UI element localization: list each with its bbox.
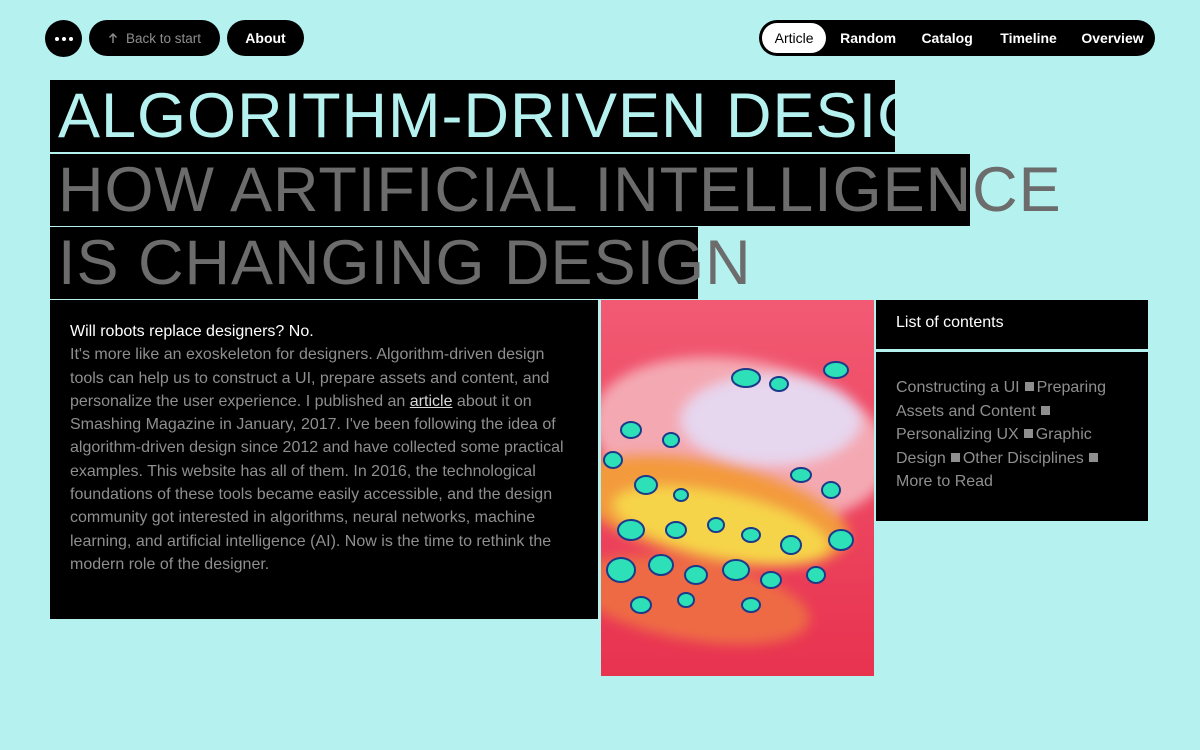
arrow-up-icon [108,33,117,43]
square-bullet-icon [1023,429,1033,438]
intro-question: Will robots replace designers? No. [70,323,314,340]
tab-catalog[interactable]: Catalog [910,23,984,53]
generative-artwork-image [601,300,874,676]
toc-item-more-to-read[interactable]: More to Read [896,473,993,490]
page-subtitle-line-2: IS CHANGING DESIGN [50,227,751,299]
intro-body: It's more like an exoskeleton for design… [70,346,564,573]
back-label: Back to start [125,30,202,46]
tab-random[interactable]: Random [826,23,910,53]
square-bullet-icon [1088,452,1098,462]
more-dots-icon [54,36,59,41]
tab-overview[interactable]: Overview [1073,23,1152,53]
toc-item-constructing-ui[interactable]: Constructing a UI [896,379,1020,396]
back-to-start-button[interactable]: Back to start [89,20,220,56]
article-link[interactable]: article [410,393,453,410]
square-bullet-icon [1040,405,1050,415]
toc-list: Constructing a UI Preparing Assets and Co… [876,352,1148,521]
about-button[interactable]: About [227,20,304,56]
toc-item-personalizing-ux[interactable]: Personalizing UX [896,426,1019,443]
intro-panel: Will robots replace designers? No. It's … [50,300,598,619]
square-bullet-icon [1024,382,1034,391]
tab-timeline[interactable]: Timeline [984,23,1073,53]
square-bullet-icon [950,452,960,462]
toc-heading: List of contents [876,300,1148,349]
section-tabs: Article Random Catalog Timeline Overview [759,20,1155,56]
page-subtitle-line-1: HOW ARTIFICIAL INTELLIGENCE [50,154,1061,226]
menu-button[interactable] [45,20,82,57]
tab-article[interactable]: Article [762,23,827,53]
toc-item-other-disciplines[interactable]: Other Disciplines [963,450,1084,467]
page-title: ALGORITHM-DRIVEN DESIGN [50,80,973,152]
